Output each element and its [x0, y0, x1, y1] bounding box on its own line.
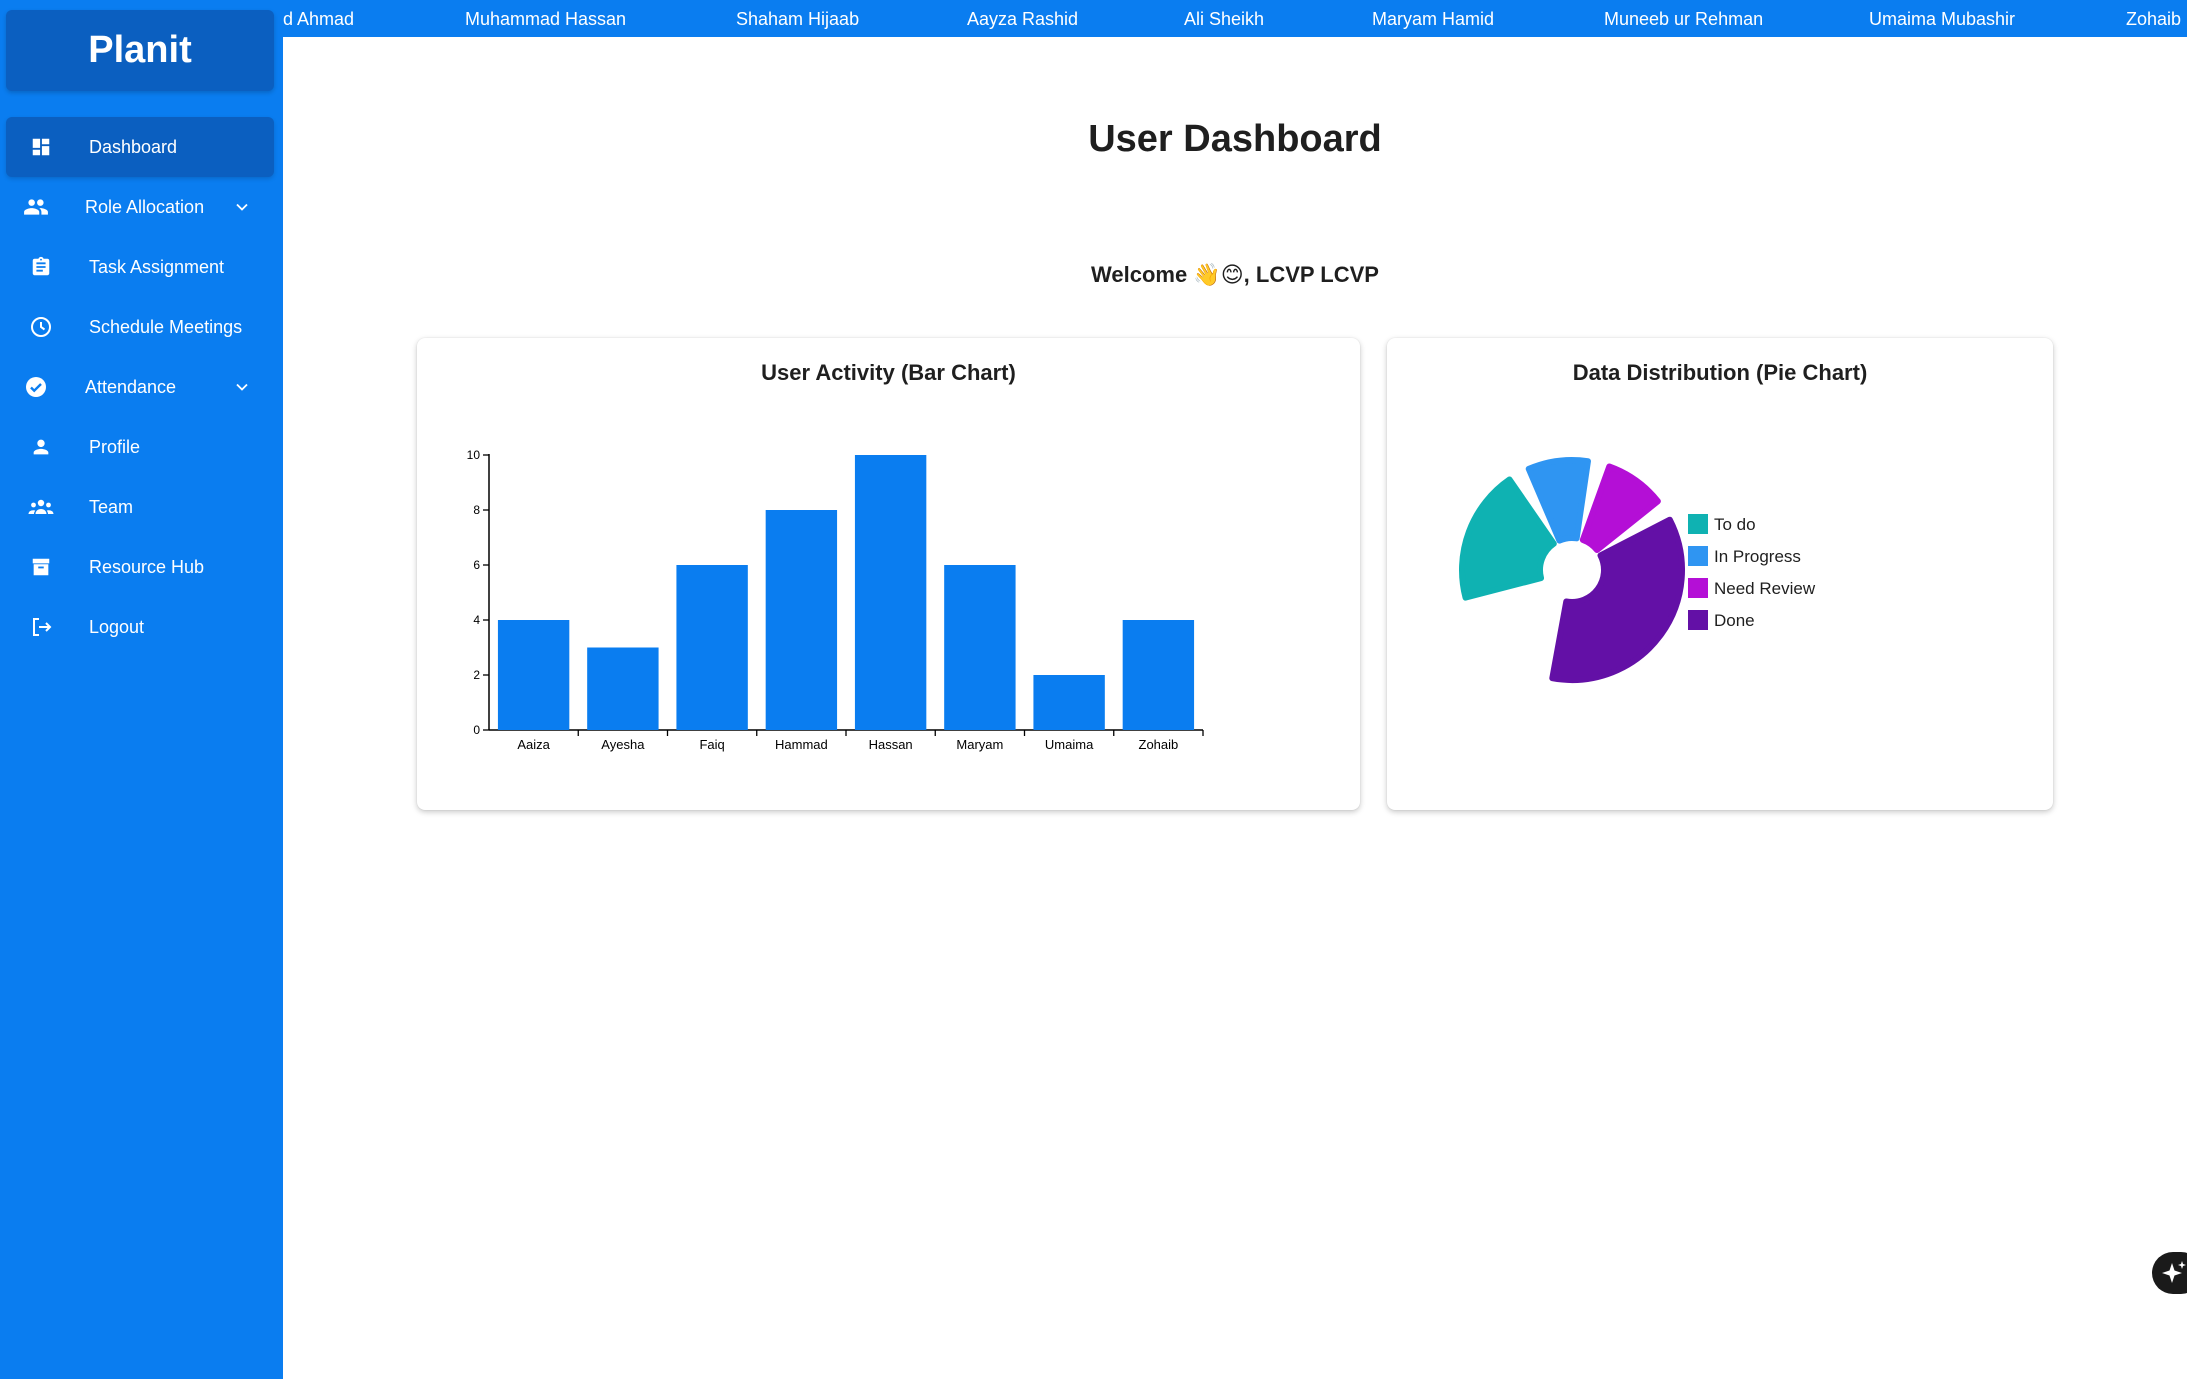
- sidebar-item-label: Attendance: [85, 376, 177, 397]
- y-tick-label: 10: [467, 448, 481, 462]
- sidebar-item-label: Resource Hub: [89, 556, 205, 577]
- bar: [676, 565, 748, 730]
- ticker-name: Ali Sheikh: [1184, 9, 1265, 29]
- person-icon: [28, 434, 54, 460]
- bar: [854, 455, 927, 730]
- pie-chart-card: Data Distribution (Pie Chart) To do In Pr…: [1387, 338, 2053, 810]
- clipboard-icon: [28, 254, 54, 280]
- sidebar: Planit Dashboard Role Allocation Task As…: [0, 0, 283, 1379]
- sidebar-item-label: Schedule Meetings: [89, 316, 243, 337]
- legend-label: Done: [1714, 611, 1755, 630]
- y-tick-label: 0: [473, 723, 480, 737]
- legend-label: In Progress: [1714, 547, 1801, 566]
- page-title: User Dashboard: [1088, 118, 1382, 160]
- sidebar-item-schedule-meetings[interactable]: Schedule Meetings: [0, 297, 283, 357]
- legend-swatch: [1688, 514, 1708, 534]
- y-tick-label: 6: [473, 558, 480, 572]
- x-tick-label: Umaima: [1045, 737, 1094, 752]
- chevron-down-icon[interactable]: [232, 377, 252, 397]
- assistant-button[interactable]: [2152, 1252, 2187, 1294]
- sidebar-item-label: Task Assignment: [89, 256, 225, 277]
- y-tick-label: 2: [473, 668, 480, 682]
- x-tick-label: Faiq: [699, 737, 724, 752]
- ticker-name: Aayza Rashid: [967, 9, 1079, 29]
- bar-chart-card: User Activity (Bar Chart) 0 2 4 6 8 10 Aaiza Ay…: [417, 338, 1360, 810]
- sidebar-item-logout[interactable]: Logout: [0, 597, 283, 657]
- legend-swatch: [1688, 610, 1708, 630]
- x-tick-label: Maryam: [956, 737, 1003, 752]
- sidebar-item-team[interactable]: Team: [0, 477, 283, 537]
- people-icon: [23, 194, 49, 220]
- check-circle-icon: [23, 374, 49, 400]
- sparkle-icon: [2162, 1261, 2186, 1283]
- sidebar-item-label: Role Allocation: [85, 196, 205, 217]
- app-logo[interactable]: Planit: [6, 10, 274, 91]
- sidebar-item-label: Dashboard: [89, 136, 178, 157]
- bar: [765, 510, 838, 730]
- logout-icon: [28, 614, 54, 640]
- ticker-name: Zohaib: [2126, 9, 2182, 29]
- legend-label: To do: [1714, 515, 1756, 534]
- sidebar-item-role-allocation[interactable]: Role Allocation: [0, 177, 283, 237]
- groups-icon: [28, 494, 54, 520]
- sidebar-item-label: Profile: [89, 436, 141, 457]
- x-tick-label: Aaiza: [517, 737, 550, 752]
- ticker-name: Muhammad Hassan: [465, 9, 627, 29]
- x-tick-label: Hammad: [775, 737, 828, 752]
- x-tick-label: Ayesha: [601, 737, 645, 752]
- chevron-down-icon[interactable]: [232, 197, 252, 217]
- ticker-name: Muneeb ur Rehman: [1604, 9, 1764, 29]
- ticker-name: Umaima Mubashir: [1869, 9, 2016, 29]
- dashboard-icon: [28, 134, 54, 160]
- sidebar-nav: Dashboard Role Allocation Task Assignmen…: [0, 117, 283, 657]
- sidebar-item-profile[interactable]: Profile: [0, 417, 283, 477]
- pie-slice: [1549, 516, 1685, 683]
- pie-chart: To do In Progress Need Review Done: [1459, 457, 1816, 683]
- bar: [497, 620, 570, 730]
- bar: [587, 647, 659, 730]
- sidebar-item-label: Logout: [89, 616, 145, 637]
- x-tick-label: Hassan: [869, 737, 913, 752]
- sidebar-item-task-assignment[interactable]: Task Assignment: [0, 237, 283, 297]
- x-tick-label: Zohaib: [1139, 737, 1179, 752]
- y-tick-label: 4: [473, 613, 480, 627]
- member-ticker: d Ahmad Muhammad Hassan Shaham Hijaab Aa…: [283, 0, 2187, 37]
- sidebar-item-attendance[interactable]: Attendance: [0, 357, 283, 417]
- legend-swatch: [1688, 546, 1708, 566]
- welcome-message: Welcome 👋😊, LCVP LCVP: [1091, 262, 1379, 287]
- ticker-name: d Ahmad: [283, 9, 355, 29]
- sidebar-item-label: Team: [89, 496, 134, 517]
- bar: [1033, 675, 1105, 730]
- sidebar-item-resource-hub[interactable]: Resource Hub: [0, 537, 283, 597]
- bar: [1122, 620, 1195, 730]
- bar-chart: 0 2 4 6 8 10 Aaiza Ayesha Faiq Hammad Hassan Maryam…: [467, 448, 1204, 752]
- ticker-name: Maryam Hamid: [1372, 9, 1495, 29]
- sidebar-item-dashboard[interactable]: Dashboard: [6, 117, 274, 177]
- legend-label: Need Review: [1714, 579, 1816, 598]
- bar: [944, 565, 1016, 730]
- ticker-name: Shaham Hijaab: [736, 9, 860, 29]
- archive-icon: [28, 554, 54, 580]
- y-tick-label: 8: [473, 503, 480, 517]
- clock-icon: [28, 314, 54, 340]
- legend-swatch: [1688, 578, 1708, 598]
